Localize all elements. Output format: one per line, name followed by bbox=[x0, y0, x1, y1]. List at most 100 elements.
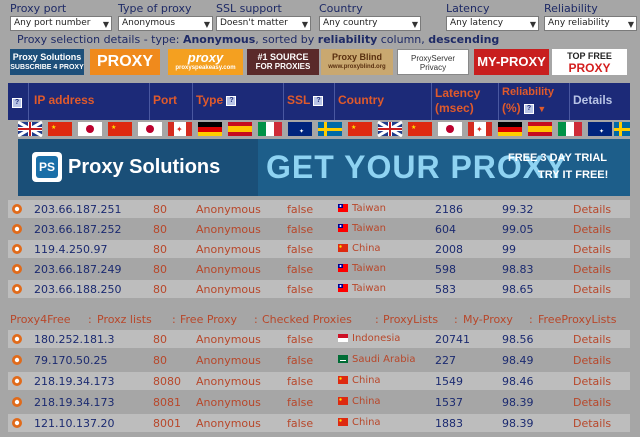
country-name: Taiwan bbox=[352, 203, 387, 214]
details-link[interactable]: Details bbox=[573, 203, 611, 216]
banner-proxy-solutions-small[interactable]: Proxy Solutions SUBSCRIBE 4 PROXY bbox=[10, 49, 84, 75]
chevron-down-icon: ▼ bbox=[203, 20, 210, 29]
australia-flag-icon: ✦ bbox=[288, 122, 312, 136]
proxy-port-select[interactable]: Any port number ▼ bbox=[10, 16, 112, 31]
ip-address[interactable]: 218.19.34.173 bbox=[34, 396, 114, 409]
table-row[interactable]: 203.66.187.252 80 Anonymous false Taiwan… bbox=[8, 220, 630, 238]
germany-flag-icon bbox=[198, 122, 222, 136]
ssl-value: false bbox=[287, 283, 314, 296]
ip-address[interactable]: 79.170.50.25 bbox=[34, 354, 107, 367]
banner-my-proxy[interactable]: MY-PROXY bbox=[474, 49, 549, 75]
reliability-select[interactable]: Any reliability ▼ bbox=[544, 16, 637, 31]
table-row[interactable]: 119.4.250.97 80 Anonymous false China 20… bbox=[8, 240, 630, 258]
latency-value: 227 bbox=[435, 354, 456, 367]
link-my-proxy[interactable]: My-Proxy bbox=[463, 313, 513, 326]
ip-address[interactable]: 180.252.181.3 bbox=[34, 333, 114, 346]
column-type[interactable]: Type ? bbox=[193, 83, 283, 120]
latency-value: 1537 bbox=[435, 396, 463, 409]
latency-value: 604 bbox=[435, 223, 456, 236]
ssl-value: false bbox=[287, 354, 314, 367]
column-unit: (msec) bbox=[435, 101, 474, 115]
column-latency[interactable]: Latency (msec) bbox=[432, 83, 498, 120]
ip-address[interactable]: 203.66.187.252 bbox=[34, 223, 121, 236]
ip-address[interactable]: 121.10.137.20 bbox=[34, 417, 114, 430]
type-of-proxy-select[interactable]: Anonymous ▼ bbox=[118, 16, 213, 31]
help-icon[interactable]: ? bbox=[524, 103, 535, 114]
table-row[interactable]: 203.66.188.250 80 Anonymous false Taiwan… bbox=[8, 280, 630, 298]
proxy-solutions-banner[interactable]: PS Proxy Solutions GET YOUR PROXY FREE 3… bbox=[18, 139, 630, 196]
table-row[interactable]: 180.252.181.3 80 Anonymous false Indones… bbox=[8, 330, 630, 348]
country-name: China bbox=[352, 396, 381, 407]
column-port[interactable]: Port bbox=[150, 83, 192, 120]
banner-proxy-italic[interactable]: proxy proxyspeakeasy.com bbox=[168, 49, 243, 75]
latency-select[interactable]: Any latency ▼ bbox=[446, 16, 539, 31]
proxy-type: Anonymous bbox=[196, 243, 261, 256]
latency-value: 2186 bbox=[435, 203, 463, 216]
table-row[interactable]: 203.66.187.251 80 Anonymous false Taiwan… bbox=[8, 200, 630, 218]
help-icon[interactable]: ? bbox=[226, 95, 237, 106]
banner-line2: www.proxyblind.org bbox=[328, 64, 386, 70]
column-label: Reliability bbox=[502, 86, 554, 98]
details-link[interactable]: Details bbox=[573, 223, 611, 236]
banner-proxy-orange[interactable]: PROXY bbox=[90, 49, 160, 75]
ip-address[interactable]: 203.66.188.250 bbox=[34, 283, 121, 296]
details-link[interactable]: Details bbox=[573, 243, 611, 256]
banner-proxy-blind[interactable]: Proxy Blind www.proxyblind.org bbox=[321, 49, 393, 75]
ip-address[interactable]: 218.19.34.173 bbox=[34, 375, 114, 388]
ip-address[interactable]: 119.4.250.97 bbox=[34, 243, 107, 256]
japan-flag-icon bbox=[438, 122, 462, 136]
filter-bar: Proxy port Any port number ▼ Type of prox… bbox=[0, 0, 640, 31]
ssl-value: false bbox=[287, 396, 314, 409]
table-row[interactable]: 218.19.34.173 8081 Anonymous false China… bbox=[8, 393, 630, 411]
ip-address[interactable]: 203.66.187.251 bbox=[34, 203, 121, 216]
details-link[interactable]: Details bbox=[573, 396, 611, 409]
indonesia-flag-icon bbox=[338, 334, 348, 342]
link-freeproxylists[interactable]: FreeProxyLists bbox=[538, 313, 616, 326]
link-proxylists[interactable]: ProxyLists bbox=[383, 313, 438, 326]
details-link[interactable]: Details bbox=[573, 263, 611, 276]
column-reliability[interactable]: Reliability (%) ? ▼ bbox=[499, 83, 569, 120]
header-help-cell[interactable]: ? bbox=[8, 83, 28, 120]
country-select[interactable]: Any country ▼ bbox=[319, 16, 421, 31]
china-flag-icon bbox=[338, 418, 348, 426]
column-label: IP address bbox=[34, 93, 95, 107]
chevron-down-icon: ▼ bbox=[411, 20, 418, 29]
banner-line2: SUBSCRIBE 4 PROXY bbox=[10, 64, 84, 71]
ssl-support-select[interactable]: Doesn't matter ▼ bbox=[216, 16, 311, 31]
italy-flag-icon bbox=[558, 122, 582, 136]
link-proxy4free[interactable]: Proxy4Free bbox=[10, 313, 70, 326]
column-country[interactable]: Country bbox=[335, 83, 431, 120]
sort-descending-icon[interactable]: ▼ bbox=[537, 104, 546, 114]
help-icon[interactable]: ? bbox=[313, 95, 324, 106]
link-free-proxy[interactable]: Free Proxy bbox=[180, 313, 237, 326]
details-link[interactable]: Details bbox=[573, 333, 611, 346]
proxy-type: Anonymous bbox=[196, 354, 261, 367]
table-row[interactable]: 218.19.34.173 8080 Anonymous false China… bbox=[8, 372, 630, 390]
link-checked-proxies[interactable]: Checked Proxies bbox=[262, 313, 352, 326]
country-name: Saudi Arabia bbox=[352, 354, 416, 365]
link-proxz-lists[interactable]: Proxz lists bbox=[97, 313, 152, 326]
filter-proxy-port: Proxy port Any port number ▼ bbox=[10, 2, 112, 31]
table-row[interactable]: 203.66.187.249 80 Anonymous false Taiwan… bbox=[8, 260, 630, 278]
column-ssl[interactable]: SSL ? bbox=[284, 83, 334, 120]
details-link[interactable]: Details bbox=[573, 417, 611, 430]
latency-value: 20741 bbox=[435, 333, 470, 346]
ip-address[interactable]: 203.66.187.249 bbox=[34, 263, 121, 276]
details-link[interactable]: Details bbox=[573, 354, 611, 367]
table-row[interactable]: 121.10.137.20 8001 Anonymous false China… bbox=[8, 414, 630, 432]
proxy-type: Anonymous bbox=[196, 333, 261, 346]
filter-reliability: Reliability Any reliability ▼ bbox=[544, 2, 637, 31]
banner-1-source[interactable]: #1 SOURCE FOR PROXIES bbox=[247, 49, 319, 75]
port: 8081 bbox=[153, 396, 181, 409]
proxy-site-links: Proxy4Free : Proxz lists : Free Proxy : … bbox=[8, 310, 630, 328]
proxy-type-icon bbox=[12, 224, 22, 234]
column-ip-address[interactable]: IP address bbox=[29, 83, 149, 120]
select-value: Doesn't matter bbox=[220, 18, 288, 28]
banner-top-free-proxy[interactable]: TOP FREE PROXY bbox=[552, 49, 627, 75]
column-label: Country bbox=[338, 93, 384, 107]
banner-proxyserver-privacy[interactable]: ProxyServer Privacy bbox=[397, 49, 469, 75]
port: 80 bbox=[153, 243, 167, 256]
details-link[interactable]: Details bbox=[573, 283, 611, 296]
table-row[interactable]: 79.170.50.25 80 Anonymous false Saudi Ar… bbox=[8, 351, 630, 369]
details-link[interactable]: Details bbox=[573, 375, 611, 388]
